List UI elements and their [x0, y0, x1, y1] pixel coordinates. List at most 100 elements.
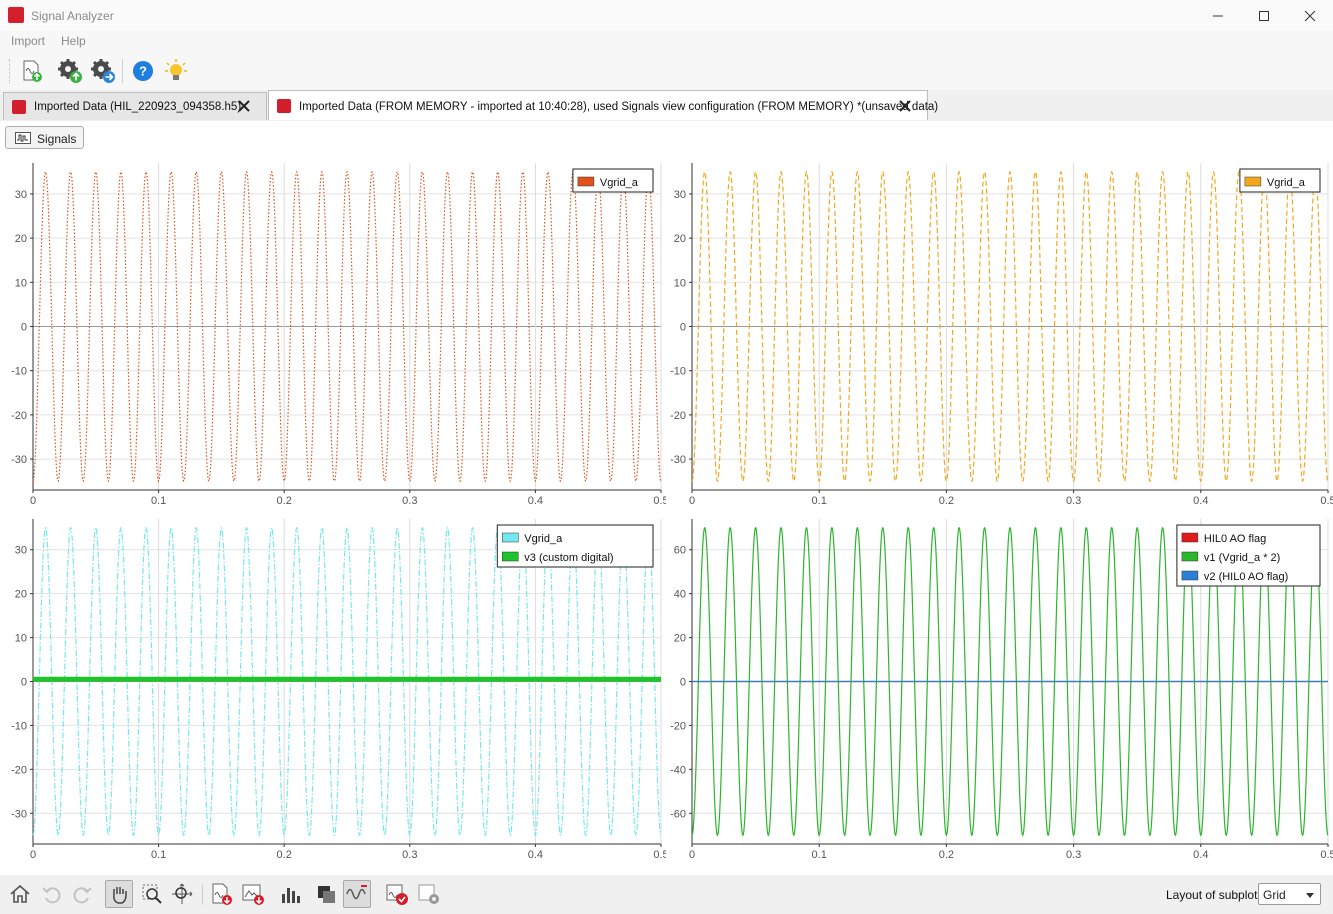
y-tick-label: 0	[680, 677, 686, 689]
plot-toolbar: Layout of subplots Grid	[0, 875, 1333, 914]
settings-export-button[interactable]	[89, 57, 117, 85]
help-icon: ?	[133, 61, 153, 81]
x-tick-label: 0.3	[1066, 495, 1081, 507]
legend-label: Vgrid_a	[1267, 177, 1306, 189]
home-icon	[10, 884, 30, 903]
x-tick-label: 0.3	[1066, 849, 1081, 861]
settings-import-button[interactable]	[56, 57, 84, 85]
y-tick-label: -20	[11, 410, 27, 422]
layout-select[interactable]: Grid	[1258, 883, 1321, 905]
help-button[interactable]: ?	[129, 57, 157, 85]
x-tick-label: 0.2	[939, 495, 954, 507]
tab-imported-data-file[interactable]: Imported Data (HIL_220923_094358.h5)	[3, 92, 267, 120]
background-button[interactable]	[312, 880, 340, 908]
subplot-bottom-right[interactable]: 60 40 20 0 -20 -40 -60 0 0.1 0.2 0.3 0.4 0.5 HIL0 AO …	[666, 514, 1333, 864]
gear-export-icon	[91, 59, 115, 83]
tab-close-icon[interactable]	[236, 98, 252, 114]
x-tick-label: 0.4	[1193, 849, 1208, 861]
y-tick-label: -40	[670, 764, 686, 776]
signals-button-label: Signals	[37, 132, 77, 146]
y-tick-label: 10	[674, 277, 686, 289]
x-tick-label: 0	[30, 495, 36, 507]
y-tick-label: 60	[674, 545, 686, 557]
svg-text:?: ?	[139, 64, 147, 79]
x-tick-label: 0.4	[528, 495, 543, 507]
x-tick-label: 0.4	[1193, 495, 1208, 507]
menu-help[interactable]: Help	[61, 34, 86, 48]
x-tick-label: 0	[30, 849, 36, 861]
y-tick-label: 30	[15, 189, 27, 201]
check-document-icon	[386, 884, 408, 905]
legend-label: Vgrid_a	[524, 533, 563, 545]
tips-button[interactable]	[162, 57, 190, 85]
grid	[32, 163, 662, 490]
export-image-button[interactable]	[239, 880, 267, 908]
toolbar-grip	[9, 59, 12, 83]
main-toolbar: ?	[0, 51, 1333, 91]
legend-label: HIL0 AO flag	[1204, 533, 1266, 545]
legend-swatch	[502, 551, 519, 562]
signal-view-button[interactable]	[343, 880, 371, 908]
y-tick-label: -10	[670, 366, 686, 378]
legend: Vgrid_a	[572, 168, 654, 193]
legend: HIL0 AO flag v1 (Vgrid_a * 2) v2 (HIL0 AO …	[1176, 524, 1321, 587]
subplot-top-right[interactable]: 30 20 10 0 -10 -20 -30 0 0.1 0.2 0.3 0.4 0.5 Vgrid_a	[666, 158, 1333, 510]
legend-swatch	[577, 176, 595, 187]
back-button[interactable]	[38, 880, 66, 908]
title-bar: Signal Analyzer	[0, 0, 1333, 32]
statistics-button[interactable]	[276, 880, 304, 908]
tab-label: Imported Data (FROM MEMORY - imported at…	[299, 101, 939, 113]
hand-icon	[113, 887, 127, 904]
y-tick-label: 20	[674, 233, 686, 245]
minimize-button[interactable]	[1195, 0, 1241, 31]
subplot-top-left[interactable]: 30 20 10 0 -10 -20 -30 0 0.1 0.2 0.3 0.4 0.5 Vgrid_a	[0, 158, 666, 510]
tab-signal-icon	[12, 100, 26, 114]
validate-button[interactable]	[383, 880, 411, 908]
signals-button[interactable]: Signals	[5, 126, 84, 149]
close-window-button[interactable]	[1287, 0, 1333, 31]
maximize-icon	[1259, 10, 1269, 21]
y-tick-label: 20	[15, 589, 27, 601]
import-file-button[interactable]	[17, 57, 45, 85]
pan-button[interactable]	[105, 880, 133, 908]
subplot-bottom-left[interactable]: 30 20 10 0 -10 -20 -30 0 0.1 0.2 0.3 0.4 0.5 Vgrid_av…	[0, 514, 666, 864]
document-tabs: Imported Data (HIL_220923_094358.h5) Imp…	[0, 90, 1333, 122]
y-tick-label: 10	[15, 277, 27, 289]
x-tick-label: 0.3	[402, 849, 417, 861]
x-tick-label: 0	[689, 849, 695, 861]
app-logo-icon	[8, 7, 24, 23]
menu-import[interactable]: Import	[11, 34, 45, 48]
x-tick-label: 0.5	[653, 849, 666, 861]
signals-icon	[15, 132, 31, 144]
home-button[interactable]	[6, 880, 34, 908]
y-tick-label: 30	[15, 545, 27, 557]
export-csv-button[interactable]	[207, 880, 235, 908]
import-file-icon	[23, 60, 42, 82]
x-tick-label: 0.5	[653, 495, 666, 507]
maximize-button[interactable]	[1241, 0, 1287, 31]
x-tick-label: 0.5	[1320, 495, 1333, 507]
y-tick-label: 10	[15, 633, 27, 645]
forward-button[interactable]	[68, 880, 96, 908]
legend-swatch	[502, 532, 519, 543]
x-tick-label: 0.2	[277, 849, 292, 861]
y-tick-label: 30	[674, 189, 686, 201]
x-tick-label: 0.2	[939, 849, 954, 861]
legend-swatch	[1181, 532, 1199, 543]
zoom-rect-button[interactable]	[138, 880, 166, 908]
lightbulb-icon	[165, 59, 187, 80]
zoom-rect-icon	[142, 884, 162, 904]
legend-swatch	[1244, 176, 1262, 187]
legend-label: Vgrid_a	[600, 177, 639, 189]
tab-imported-data-memory[interactable]: Imported Data (FROM MEMORY - imported at…	[268, 90, 938, 120]
plot-settings-button[interactable]	[415, 880, 443, 908]
legend-swatch	[1181, 551, 1199, 562]
zoom-axis-button[interactable]	[168, 880, 196, 908]
tab-close-icon[interactable]	[897, 98, 913, 114]
y-tick-label: -20	[670, 410, 686, 422]
export-image-icon	[242, 884, 264, 905]
analyzer-content: Signals 30 20 10 0 -10 -20 -30 0 0.1 0.2 0.3 0.4 0.5…	[0, 121, 1333, 875]
legend-swatch	[1181, 570, 1199, 581]
y-tick-label: 0	[21, 322, 27, 334]
settings-icon	[418, 884, 439, 904]
